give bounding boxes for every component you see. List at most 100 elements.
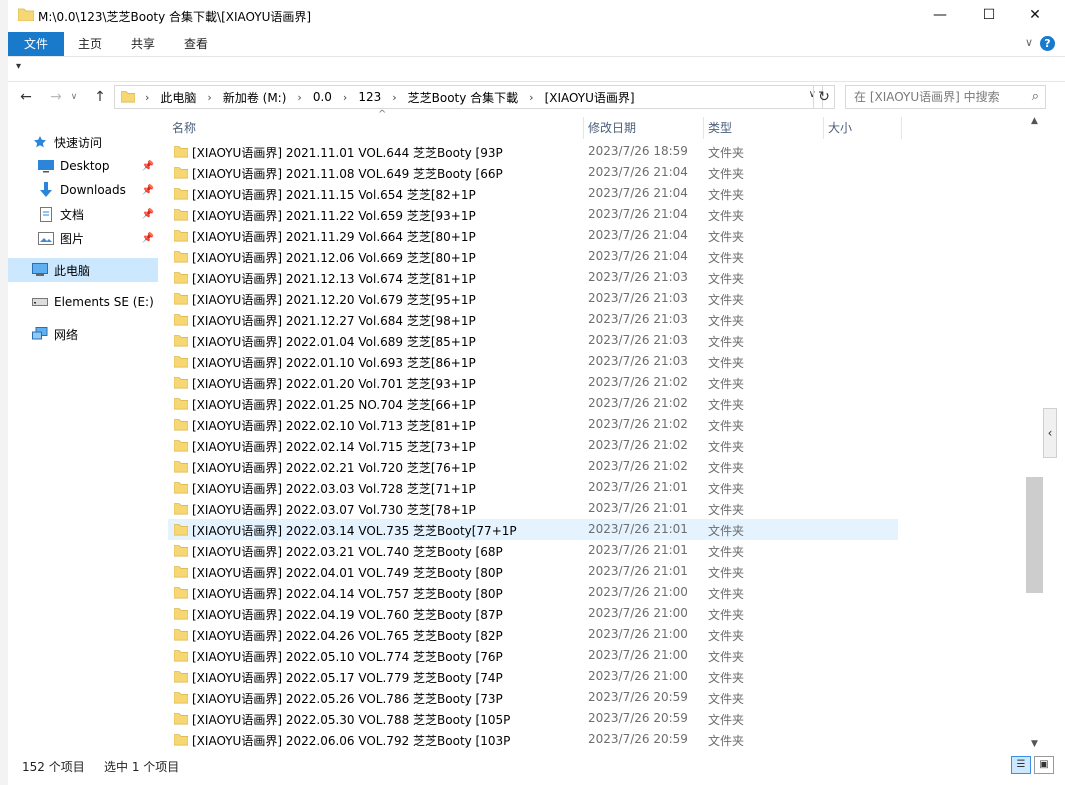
search-input[interactable]: 在 [XIAOYU语画界] 中搜索 ⌕ — [845, 85, 1046, 109]
file-row[interactable]: [XIAOYU语画界] 2021.12.27 Vol.684 芝芝[98+1P 2… — [168, 309, 898, 330]
file-row[interactable]: [XIAOYU语画界] 2022.03.07 Vol.730 芝芝[78+1P 2… — [168, 498, 898, 519]
chevron-right-icon[interactable]: › — [297, 91, 301, 104]
nav-item-this-pc[interactable]: 此电脑 — [8, 258, 158, 282]
folder-icon — [173, 249, 189, 266]
back-icon[interactable]: ← — [16, 87, 36, 107]
file-row[interactable]: [XIAOYU语画界] 2022.01.25 NO.704 芝芝[66+1P 20… — [168, 393, 898, 414]
forward-icon[interactable]: → — [46, 87, 66, 107]
file-type: 文件夹 — [708, 587, 745, 601]
tab-share[interactable]: 共享 — [123, 32, 163, 56]
nav-item-drive-e[interactable]: Elements SE (E:) — [8, 290, 158, 314]
nav-item-network[interactable]: 网络 — [8, 322, 158, 346]
chevron-right-icon[interactable]: › — [529, 91, 533, 104]
customize-toolbar-icon[interactable]: ▾ — [16, 61, 21, 72]
file-row[interactable]: [XIAOYU语画界] 2022.04.19 VOL.760 芝芝Booty [… — [168, 603, 898, 624]
scroll-up-icon[interactable]: ▲ — [1026, 113, 1043, 130]
file-row[interactable]: [XIAOYU语画界] 2021.11.22 Vol.659 芝芝[93+1P 2… — [168, 204, 898, 225]
nav-label: 文档 — [60, 207, 85, 222]
breadcrumb-this-pc[interactable]: 此电脑 — [160, 89, 196, 106]
file-row[interactable]: [XIAOYU语画界] 2022.05.10 VOL.774 芝芝Booty [… — [168, 645, 898, 666]
file-row[interactable]: [XIAOYU语画界] 2022.04.26 VOL.765 芝芝Booty [… — [168, 624, 898, 645]
tab-home[interactable]: 主页 — [70, 32, 110, 56]
chevron-right-icon[interactable]: › — [207, 91, 211, 104]
nav-item-documents[interactable]: 文档 📌 — [8, 202, 158, 226]
breadcrumb-folder-0-0[interactable]: 0.0 — [313, 90, 332, 104]
file-row[interactable]: [XIAOYU语画界] 2021.11.29 Vol.664 芝芝[80+1P 2… — [168, 225, 898, 246]
column-header-date[interactable]: 修改日期 — [584, 117, 704, 139]
close-button[interactable]: ✕ — [1012, 0, 1058, 30]
pin-icon[interactable]: 📌 — [142, 233, 154, 244]
file-date: 2023/7/26 21:02 — [588, 417, 688, 431]
tab-view[interactable]: 查看 — [176, 32, 216, 56]
pin-icon[interactable]: 📌 — [142, 209, 154, 220]
large-icons-view-icon[interactable]: ▣ — [1034, 756, 1054, 774]
drive-icon — [32, 294, 48, 310]
file-row[interactable]: [XIAOYU语画界] 2022.03.21 VOL.740 芝芝Booty [… — [168, 540, 898, 561]
file-row[interactable]: [XIAOYU语画界] 2022.06.06 VOL.792 芝芝Booty [… — [168, 729, 898, 750]
folder-icon — [173, 522, 189, 539]
file-row[interactable]: [XIAOYU语画界] 2021.12.06 Vol.669 芝芝[80+1P 2… — [168, 246, 898, 267]
chevron-right-icon[interactable]: › — [145, 91, 149, 104]
nav-label: 此电脑 — [54, 263, 91, 278]
file-row[interactable]: [XIAOYU语画界] 2021.11.15 Vol.654 芝芝[82+1P 2… — [168, 183, 898, 204]
file-row[interactable]: [XIAOYU语画界] 2021.11.08 VOL.649 芝芝Booty [… — [168, 162, 898, 183]
vertical-scrollbar[interactable]: ▲ ▼ — [1026, 111, 1043, 751]
navigation-pane: 快速访问 Desktop 📌 Downloads 📌 文档 📌 图片 📌 此电脑 — [8, 111, 158, 751]
tab-file[interactable]: 文件 — [8, 32, 64, 56]
minimize-button[interactable]: — — [917, 0, 963, 30]
file-row[interactable]: [XIAOYU语画界] 2021.11.01 VOL.644 芝芝Booty [… — [168, 141, 898, 162]
file-row[interactable]: [XIAOYU语画界] 2022.03.03 Vol.728 芝芝[71+1P 2… — [168, 477, 898, 498]
quick-access-toolbar: ▾ — [8, 56, 1065, 80]
pin-icon[interactable]: 📌 — [142, 161, 154, 172]
expand-pane-icon[interactable]: ‹ — [1043, 408, 1057, 458]
file-type: 文件夹 — [708, 566, 745, 580]
file-row[interactable]: [XIAOYU语画界] 2022.02.10 Vol.713 芝芝[81+1P 2… — [168, 414, 898, 435]
file-row[interactable]: [XIAOYU语画界] 2022.05.17 VOL.779 芝芝Booty [… — [168, 666, 898, 687]
help-icon[interactable]: ? — [1040, 36, 1055, 51]
file-name: [XIAOYU语画界] 2021.11.22 Vol.659 芝芝[93+1P — [192, 209, 476, 223]
file-row[interactable]: [XIAOYU语画界] 2022.05.26 VOL.786 芝芝Booty [… — [168, 687, 898, 708]
file-row[interactable]: [XIAOYU语画界] 2022.05.30 VOL.788 芝芝Booty [… — [168, 708, 898, 729]
file-row[interactable]: [XIAOYU语画界] 2022.03.14 VOL.735 芝芝Booty[7… — [168, 519, 898, 540]
breadcrumb-folder-123[interactable]: 123 — [358, 90, 381, 104]
file-row[interactable]: [XIAOYU语画界] 2021.12.13 Vol.674 芝芝[81+1P 2… — [168, 267, 898, 288]
breadcrumb-folder-collection[interactable]: 芝芝Booty 合集下載 — [408, 89, 519, 106]
nav-label: Elements SE (E:) — [54, 295, 154, 309]
file-row[interactable]: [XIAOYU语画界] 2022.04.14 VOL.757 芝芝Booty [… — [168, 582, 898, 603]
address-bar[interactable]: › 此电脑 › 新加卷 (M:) › 0.0 › 123 › 芝芝Booty 合… — [114, 85, 823, 109]
details-view-icon[interactable]: ☰ — [1011, 756, 1031, 774]
file-row[interactable]: [XIAOYU语画界] 2022.04.01 VOL.749 芝芝Booty [… — [168, 561, 898, 582]
file-row[interactable]: [XIAOYU语画界] 2022.01.04 Vol.689 芝芝[85+1P 2… — [168, 330, 898, 351]
nav-item-pictures[interactable]: 图片 📌 — [8, 226, 158, 250]
scrollbar-thumb[interactable] — [1026, 477, 1043, 593]
column-header-name[interactable]: 名称 — [168, 117, 584, 139]
column-header-type[interactable]: 类型 — [704, 117, 824, 139]
chevron-right-icon[interactable]: › — [392, 91, 396, 104]
file-row[interactable]: [XIAOYU语画界] 2022.02.21 Vol.720 芝芝[76+1P 2… — [168, 456, 898, 477]
file-row[interactable]: [XIAOYU语画界] 2022.02.14 Vol.715 芝芝[73+1P 2… — [168, 435, 898, 456]
nav-label: 网络 — [54, 327, 79, 342]
file-name: [XIAOYU语画界] 2022.03.07 Vol.730 芝芝[78+1P — [192, 503, 476, 517]
chevron-right-icon[interactable]: › — [343, 91, 347, 104]
file-type: 文件夹 — [708, 419, 745, 433]
nav-label: Downloads — [60, 183, 126, 197]
column-header-size[interactable]: 大小 — [824, 117, 902, 139]
file-row[interactable]: [XIAOYU语画界] 2022.01.20 Vol.701 芝芝[93+1P 2… — [168, 372, 898, 393]
breadcrumb-current[interactable]: [XIAOYU语画界] — [545, 89, 635, 106]
file-row[interactable]: [XIAOYU语画界] 2022.01.10 Vol.693 芝芝[86+1P 2… — [168, 351, 898, 372]
refresh-icon[interactable]: ↻ — [813, 85, 835, 109]
expand-ribbon-icon[interactable]: ∨ — [1025, 36, 1033, 49]
nav-quick-access[interactable]: 快速访问 — [8, 130, 158, 154]
pin-icon[interactable]: 📌 — [142, 185, 154, 196]
file-date: 2023/7/26 21:00 — [588, 648, 688, 662]
folder-icon — [173, 669, 189, 686]
nav-item-downloads[interactable]: Downloads 📌 — [8, 178, 158, 202]
nav-item-desktop[interactable]: Desktop 📌 — [8, 154, 158, 178]
up-icon[interactable]: ↑ — [90, 87, 110, 107]
recent-locations-icon[interactable]: ∨ — [68, 87, 80, 107]
folder-icon — [173, 480, 189, 497]
maximize-button[interactable]: ☐ — [966, 0, 1012, 30]
ribbon-tabs: 文件 主页 共享 查看 ∨ ? — [8, 30, 1065, 56]
file-row[interactable]: [XIAOYU语画界] 2021.12.20 Vol.679 芝芝[95+1P 2… — [168, 288, 898, 309]
breadcrumb-drive[interactable]: 新加卷 (M:) — [223, 89, 287, 106]
